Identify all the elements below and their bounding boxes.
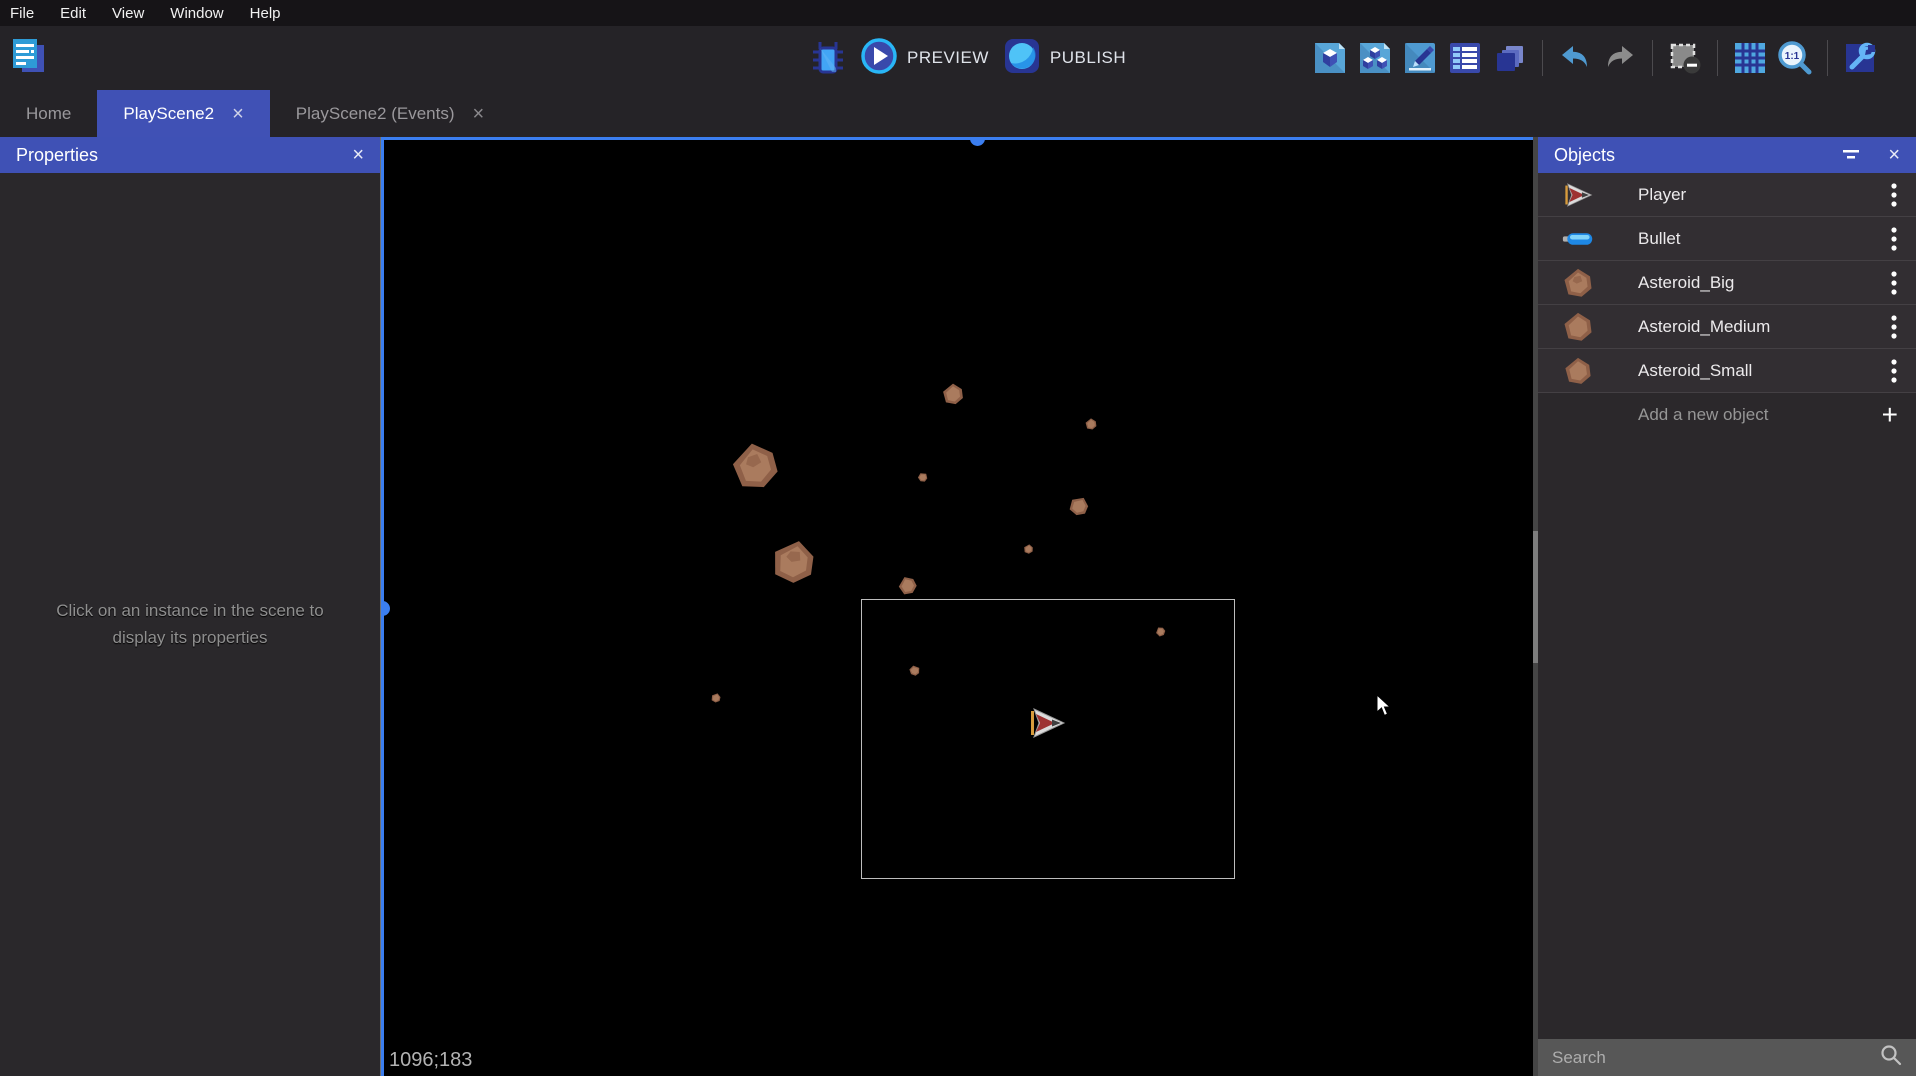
asteroid-instance-big[interactable] bbox=[728, 439, 782, 493]
asteroid-icon bbox=[1556, 312, 1600, 342]
tab-playscene2-events[interactable]: PlayScene2 (Events) × bbox=[270, 90, 510, 137]
canvas-vertical-scrollbar[interactable] bbox=[1533, 137, 1538, 1076]
properties-pencil-icon[interactable] bbox=[1402, 40, 1438, 76]
properties-panel-header: Properties × bbox=[0, 137, 380, 173]
properties-panel-body: Click on an instance in the scene to dis… bbox=[0, 173, 380, 1076]
tab-close-icon[interactable]: × bbox=[473, 104, 485, 124]
object-row-asteroid-big[interactable]: Asteroid_Big bbox=[1538, 261, 1916, 305]
object-label: Player bbox=[1638, 185, 1872, 205]
object-label: Asteroid_Big bbox=[1638, 273, 1872, 293]
toolbar-divider bbox=[1652, 40, 1653, 76]
object-menu-icon[interactable] bbox=[1872, 359, 1916, 383]
toolbar-divider bbox=[1827, 40, 1828, 76]
menu-bar: File Edit View Window Help bbox=[0, 0, 1916, 26]
objects-close-icon[interactable]: × bbox=[1888, 144, 1900, 167]
instances-list-icon[interactable] bbox=[1447, 40, 1483, 76]
objects-panel: Objects × Playe bbox=[1538, 137, 1916, 1076]
add-new-object-button[interactable]: Add a new object + bbox=[1538, 393, 1916, 437]
toolbar: PREVIEW PUBLISH bbox=[0, 26, 1916, 90]
preview-play-icon bbox=[860, 37, 898, 80]
tab-bar: Home PlayScene2 × PlayScene2 (Events) × bbox=[0, 90, 1916, 137]
layers-icon[interactable] bbox=[1492, 40, 1528, 76]
asteroid-instance-medium[interactable] bbox=[895, 573, 919, 597]
tab-playscene2-label: PlayScene2 bbox=[123, 104, 214, 124]
toolbar-divider bbox=[1542, 40, 1543, 76]
publish-button[interactable]: PUBLISH bbox=[1003, 37, 1126, 80]
selection-mask-icon[interactable] bbox=[1667, 40, 1703, 76]
objects-panel-header: Objects × bbox=[1538, 137, 1916, 173]
objects-panel-empty-space bbox=[1538, 437, 1916, 1039]
properties-hint-text: Click on an instance in the scene to dis… bbox=[40, 598, 340, 651]
asteroid-instance-medium[interactable] bbox=[942, 383, 964, 405]
tab-playscene2-events-label: PlayScene2 (Events) bbox=[296, 104, 455, 124]
preview-label: PREVIEW bbox=[907, 48, 989, 68]
zoom-1-1-icon[interactable]: 1:1 bbox=[1777, 40, 1813, 76]
tab-close-icon[interactable]: × bbox=[232, 104, 244, 124]
object-menu-icon[interactable] bbox=[1872, 183, 1916, 207]
asteroid-instance-small[interactable] bbox=[1023, 540, 1035, 552]
cursor-coordinates: 1096;183 bbox=[389, 1049, 472, 1072]
object-label: Bullet bbox=[1638, 229, 1872, 249]
menu-window[interactable]: Window bbox=[170, 5, 223, 22]
menu-help[interactable]: Help bbox=[250, 5, 281, 22]
gdevelop-logo-icon bbox=[8, 35, 48, 82]
asteroid-icon bbox=[1556, 357, 1600, 385]
bullet-icon bbox=[1556, 231, 1600, 247]
scrollbar-thumb[interactable] bbox=[1533, 531, 1538, 663]
plus-icon: + bbox=[1882, 399, 1898, 431]
add-new-object-label: Add a new object bbox=[1638, 405, 1882, 425]
objects-editor-icon[interactable] bbox=[1312, 40, 1348, 76]
publish-label: PUBLISH bbox=[1050, 48, 1126, 68]
properties-panel-title: Properties bbox=[16, 145, 98, 166]
svg-text:1:1: 1:1 bbox=[1785, 51, 1800, 62]
menu-edit[interactable]: Edit bbox=[60, 5, 86, 22]
preview-button[interactable]: PREVIEW bbox=[860, 37, 989, 80]
tab-home-label: Home bbox=[26, 104, 71, 124]
filter-icon[interactable] bbox=[1842, 145, 1860, 166]
ship-icon bbox=[1556, 183, 1600, 207]
asteroid-instance-big[interactable] bbox=[765, 533, 820, 588]
asteroid-instance-small[interactable] bbox=[1085, 417, 1097, 429]
asteroid-instance-small[interactable] bbox=[711, 689, 724, 702]
player-ship-instance[interactable] bbox=[1028, 708, 1066, 743]
asteroid-icon bbox=[1556, 268, 1600, 298]
menu-file[interactable]: File bbox=[10, 5, 34, 22]
grid-icon[interactable] bbox=[1732, 40, 1768, 76]
undo-icon[interactable] bbox=[1557, 40, 1593, 76]
publish-globe-icon bbox=[1003, 37, 1041, 80]
objects-search-bar bbox=[1538, 1039, 1916, 1076]
object-menu-icon[interactable] bbox=[1872, 315, 1916, 339]
search-icon bbox=[1880, 1044, 1902, 1071]
properties-close-icon[interactable]: × bbox=[352, 144, 364, 167]
object-menu-icon[interactable] bbox=[1872, 227, 1916, 251]
debugger-bug-icon[interactable] bbox=[810, 40, 846, 76]
object-row-asteroid-small[interactable]: Asteroid_Small bbox=[1538, 349, 1916, 393]
object-row-asteroid-medium[interactable]: Asteroid_Medium bbox=[1538, 305, 1916, 349]
tab-playscene2[interactable]: PlayScene2 × bbox=[97, 90, 269, 137]
tab-home[interactable]: Home bbox=[0, 90, 97, 137]
main-area: Properties × Click on an instance in the… bbox=[0, 137, 1916, 1076]
toolbar-divider bbox=[1717, 40, 1718, 76]
object-row-player[interactable]: Player bbox=[1538, 173, 1916, 217]
objects-panel-title: Objects bbox=[1554, 145, 1615, 166]
object-label: Asteroid_Medium bbox=[1638, 317, 1872, 337]
object-label: Asteroid_Small bbox=[1638, 361, 1872, 381]
object-row-bullet[interactable]: Bullet bbox=[1538, 217, 1916, 261]
panel-resize-handle-left[interactable] bbox=[381, 601, 390, 616]
mouse-cursor-icon bbox=[1376, 695, 1392, 722]
asteroid-instance-medium[interactable] bbox=[1065, 492, 1092, 519]
objects-search-input[interactable] bbox=[1552, 1048, 1880, 1068]
panel-resize-line-top[interactable] bbox=[381, 137, 1538, 140]
scene-canvas[interactable]: 1096;183 bbox=[381, 137, 1538, 1076]
redo-icon[interactable] bbox=[1602, 40, 1638, 76]
asteroid-instance-small[interactable] bbox=[918, 468, 932, 482]
object-menu-icon[interactable] bbox=[1872, 271, 1916, 295]
scene-settings-wrench-icon[interactable] bbox=[1842, 40, 1878, 76]
properties-panel: Properties × Click on an instance in the… bbox=[0, 137, 381, 1076]
object-groups-icon[interactable] bbox=[1357, 40, 1393, 76]
objects-list: Player Bullet bbox=[1538, 173, 1916, 437]
menu-view[interactable]: View bbox=[112, 5, 144, 22]
panel-resize-handle-top[interactable] bbox=[970, 137, 985, 146]
